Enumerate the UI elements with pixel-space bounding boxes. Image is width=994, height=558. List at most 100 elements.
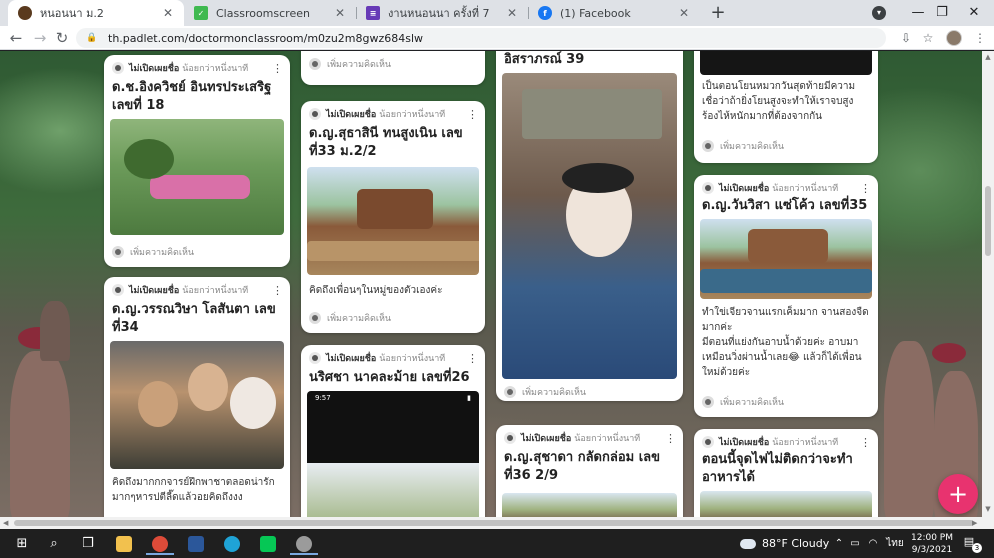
add-comment-label: เพิ่มความคิดเห็น: [522, 388, 587, 398]
vertical-scrollbar[interactable]: ▲ ▼: [982, 51, 994, 517]
post-card[interactable]: ไม่เปิดเผยชื่อ น้อยกว่าหนึ่งนาที ⋮ นริศช…: [301, 345, 485, 517]
add-comment[interactable]: เพิ่มความคิดเห็น: [309, 57, 477, 71]
add-comment[interactable]: เพิ่มความคิดเห็น: [702, 395, 870, 409]
tab-search-icon[interactable]: ▾: [872, 6, 886, 20]
notification-center-icon[interactable]: ▤ 3: [960, 535, 982, 553]
edge-icon[interactable]: [218, 532, 246, 555]
tab-title: งานหนอนนา ครั้งที่ 7: [388, 7, 490, 20]
post-card[interactable]: ไม่เปิดเผยชื่อ น้อยกว่าหนึ่งนาที ⋮ ตอนนี…: [694, 429, 878, 517]
close-icon[interactable]: ✕: [676, 6, 692, 20]
anonymous-avatar-icon: [504, 432, 516, 444]
post-card[interactable]: ไม่เปิดเผยชื่อ น้อยกว่าหนึ่งนาที ⋮ ด.ญ.ส…: [301, 101, 485, 333]
more-options-icon[interactable]: ⋮: [665, 432, 676, 445]
more-options-icon[interactable]: ⋮: [272, 62, 283, 75]
post-image[interactable]: [110, 119, 284, 235]
add-comment[interactable]: เพิ่มความคิดเห็น: [112, 245, 282, 259]
scroll-right-icon[interactable]: ▶: [972, 517, 977, 529]
windows-start-icon[interactable]: ⊞: [8, 532, 36, 555]
reload-icon[interactable]: ↻: [52, 28, 72, 48]
post-image[interactable]: 9:57 ▮: [307, 391, 479, 517]
chrome-profile-icon[interactable]: [290, 532, 318, 555]
weather-widget[interactable]: 88°F Cloudy: [740, 529, 829, 558]
post-image[interactable]: [502, 493, 677, 517]
new-tab-button[interactable]: +: [708, 3, 728, 23]
url-text: th.padlet.com/doctormonclassroom/m0zu2m8…: [108, 31, 424, 45]
bookmark-star-icon[interactable]: ☆: [920, 30, 936, 46]
more-options-icon[interactable]: ⋮: [860, 436, 871, 449]
card-header: ไม่เปิดเผยชื่อ น้อยกว่าหนึ่งนาที ⋮: [702, 181, 871, 195]
horizontal-scroll-thumb[interactable]: [14, 520, 974, 526]
close-icon[interactable]: ✕: [160, 6, 176, 20]
post-image[interactable]: [700, 219, 872, 299]
image-detail: [562, 163, 634, 193]
comment-avatar-icon: [702, 396, 714, 408]
close-window-icon[interactable]: ✕: [954, 0, 994, 26]
author-name: ไม่เปิดเผยชื่อ: [326, 354, 377, 364]
post-card[interactable]: อิสราภรณ์ 39 เพิ่มความคิดเห็น: [496, 51, 683, 401]
profile-avatar-icon[interactable]: [946, 30, 962, 46]
chrome-icon[interactable]: [146, 532, 174, 555]
add-comment[interactable]: เพิ่มความคิดเห็น: [702, 139, 870, 153]
lock-icon: 🔒: [86, 33, 98, 43]
tab-padlet[interactable]: หนอนนา ม.2 ✕: [8, 0, 184, 26]
back-icon[interactable]: ←: [6, 28, 26, 48]
task-view-icon[interactable]: ❒: [74, 532, 102, 555]
post-title: ด.ญ.สุชาดา กลัดกล่อม เลขที่36 2/9: [504, 450, 661, 483]
show-hidden-icons-icon[interactable]: ⌃: [832, 529, 846, 558]
post-card[interactable]: ไม่เปิดเผยชื่อ น้อยกว่าหนึ่งนาที ⋮ ด.ช.อ…: [104, 55, 290, 267]
install-app-icon[interactable]: ⇩: [898, 30, 914, 46]
post-image[interactable]: [700, 491, 872, 517]
address-bar[interactable]: 🔒 th.padlet.com/doctormonclassroom/m0zu2…: [76, 28, 886, 48]
language-indicator[interactable]: ไทย: [884, 529, 906, 558]
image-detail: [230, 377, 276, 429]
add-comment-label: เพิ่มความคิดเห็น: [720, 142, 785, 152]
close-icon[interactable]: ✕: [332, 6, 348, 20]
post-card[interactable]: ไม่เปิดเผยชื่อ น้อยกว่าหนึ่งนาที ⋮ ด.ญ.ว…: [694, 175, 878, 417]
comment-avatar-icon: [112, 246, 124, 258]
anonymous-avatar-icon: [702, 182, 714, 194]
tab-title: (1) Facebook: [560, 6, 631, 20]
more-options-icon[interactable]: ⋮: [467, 352, 478, 365]
post-card[interactable]: เพิ่มความคิดเห็น: [301, 51, 485, 85]
vertical-scroll-thumb[interactable]: [985, 186, 991, 256]
author-name: ไม่เปิดเผยชื่อ: [326, 110, 377, 120]
post-card[interactable]: ไม่เปิดเผยชื่อ น้อยกว่าหนึ่งนาที ⋮ ด.ญ.ว…: [104, 277, 290, 517]
scroll-down-icon[interactable]: ▼: [982, 505, 994, 513]
more-options-icon[interactable]: ⋮: [467, 108, 478, 121]
line-icon[interactable]: [254, 532, 282, 555]
image-detail: [124, 139, 174, 179]
author-name: ไม่เปิดเผยชื่อ: [719, 184, 770, 194]
post-image[interactable]: [110, 341, 284, 469]
add-comment[interactable]: เพิ่มความคิดเห็น: [504, 385, 675, 399]
post-title: ตอนนี้จุดไฟไม่ติดกว่าจะทำอาหารได้: [702, 452, 853, 485]
post-image[interactable]: [502, 73, 677, 379]
post-time: น้อยกว่าหนึ่งนาที: [379, 110, 446, 120]
close-icon[interactable]: ✕: [504, 6, 520, 20]
system-clock[interactable]: 12:00 PM 9/3/2021: [908, 532, 956, 556]
add-comment-label: เพิ่มความคิดเห็น: [720, 398, 785, 408]
image-detail: [748, 229, 828, 263]
scroll-up-icon[interactable]: ▲: [982, 53, 994, 61]
tab-facebook[interactable]: f (1) Facebook ✕: [528, 0, 700, 26]
post-card[interactable]: เป็นตอนโยนหมวกวันสุดท้ายมีความเชื่อว่าถ้…: [694, 51, 878, 163]
post-image[interactable]: [700, 51, 872, 75]
anonymous-avatar-icon: [309, 108, 321, 120]
horizontal-scrollbar[interactable]: ◀ ▶: [0, 517, 994, 529]
word-icon[interactable]: [182, 532, 210, 555]
menu-kebab-icon[interactable]: ⋮: [972, 30, 988, 46]
post-card[interactable]: ไม่เปิดเผยชื่อ น้อยกว่าหนึ่งนาที ⋮ ด.ญ.ส…: [496, 425, 683, 517]
more-options-icon[interactable]: ⋮: [272, 284, 283, 297]
network-icon[interactable]: ▭: [848, 529, 862, 558]
add-post-button[interactable]: +: [938, 474, 978, 514]
search-icon[interactable]: ⌕: [40, 532, 68, 555]
scroll-left-icon[interactable]: ◀: [3, 517, 8, 529]
add-comment[interactable]: เพิ่มความคิดเห็น: [309, 311, 477, 325]
wifi-icon[interactable]: ◠: [866, 529, 880, 558]
tab-classroomscreen[interactable]: ✓ Classroomscreen ✕: [184, 0, 356, 26]
forward-icon[interactable]: →: [30, 28, 50, 48]
file-explorer-icon[interactable]: [110, 532, 138, 555]
tab-forms[interactable]: ≡ งานหนอนนา ครั้งที่ 7 ✕: [356, 0, 528, 26]
post-image[interactable]: [307, 167, 479, 275]
more-options-icon[interactable]: ⋮: [860, 182, 871, 195]
padlet-board[interactable]: ไม่เปิดเผยชื่อ น้อยกว่าหนึ่งนาที ⋮ ด.ช.อ…: [0, 51, 982, 517]
